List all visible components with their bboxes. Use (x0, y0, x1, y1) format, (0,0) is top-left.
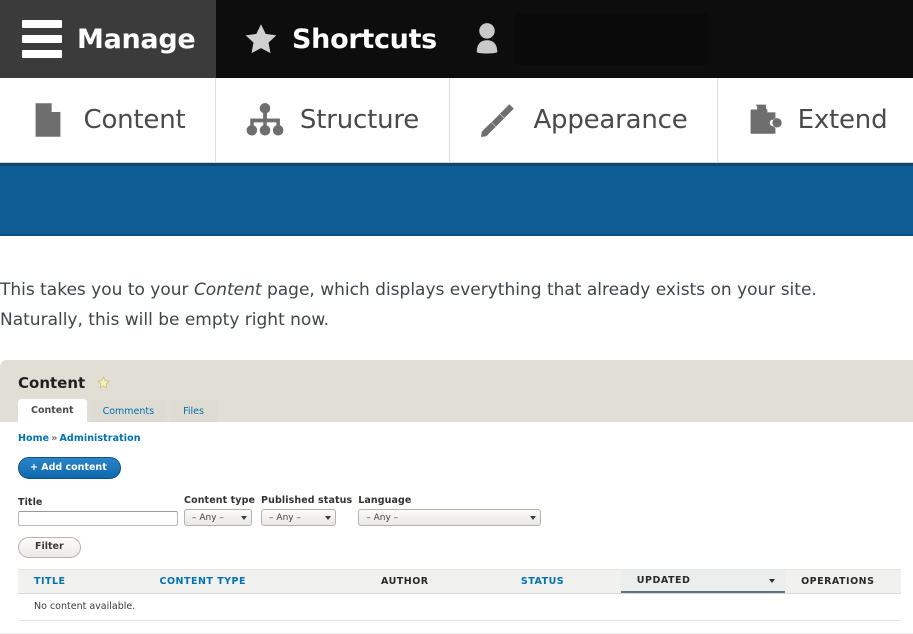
chevron-down-icon (530, 515, 537, 520)
toolbar-manage-label: Manage (77, 23, 196, 55)
admin-toolbar: Manage Shortcuts (0, 0, 913, 78)
site-banner (0, 163, 913, 236)
nav-item-content[interactable]: Content (0, 78, 216, 162)
table-header-row: TITLE CONTENT TYPE AUTHOR STATUS UPDATED… (18, 569, 901, 594)
chevron-down-icon (325, 515, 332, 520)
published-status-filter-label: Published status (261, 495, 353, 506)
nav-item-structure[interactable]: Structure (216, 78, 450, 162)
table-empty-row: No content available. (18, 594, 901, 621)
title-filter-label: Title (18, 497, 43, 508)
filter-group-published-status: Published status – Any – (261, 495, 352, 526)
nav-item-extend-label: Extend (797, 105, 888, 135)
nav-item-appearance-label: Appearance (533, 105, 688, 135)
nav-item-appearance[interactable]: Appearance (450, 78, 718, 162)
admin-page-header: Content Content Comments Files (0, 360, 913, 422)
column-header-updated-label: UPDATED (636, 575, 691, 586)
toolbar-manage-button[interactable]: Manage (0, 0, 216, 78)
sort-descending-icon (769, 578, 776, 583)
filter-group-content-type: Content type – Any – (184, 495, 255, 526)
tutorial-paragraph: This takes you to your Content page, whi… (0, 253, 913, 343)
column-header-author: AUTHOR (381, 576, 429, 587)
toolbar-shortcuts-button[interactable]: Shortcuts (216, 0, 444, 78)
filter-group-title: Title (18, 497, 178, 526)
breadcrumb-separator: » (51, 433, 58, 444)
puzzle-piece-icon (750, 104, 782, 134)
column-header-title[interactable]: TITLE (18, 570, 143, 593)
drupal-admin-screenshot: Content Content Comments Files Home» Admi… (0, 360, 913, 634)
filter-submit-button[interactable]: Filter (18, 537, 81, 558)
breadcrumb-item-home[interactable]: Home (18, 433, 49, 444)
published-status-filter-value: – Any – (269, 512, 301, 523)
published-status-filter-select[interactable]: – Any – (261, 509, 337, 526)
username-redacted (514, 13, 708, 65)
column-header-status[interactable]: STATUS (505, 570, 621, 593)
sitemap-icon (246, 103, 284, 136)
page-title: Content (18, 373, 86, 392)
chevron-down-icon (241, 515, 247, 520)
tab-content[interactable]: Content (18, 399, 87, 422)
nav-item-extend[interactable]: Extend (718, 78, 913, 162)
content-table: TITLE CONTENT TYPE AUTHOR STATUS UPDATED… (18, 569, 901, 621)
tab-files[interactable]: Files (170, 400, 217, 422)
language-filter-value: – Any – (366, 512, 399, 523)
title-filter-input[interactable] (18, 511, 178, 526)
document-icon (36, 103, 61, 137)
column-header-operations: OPERATIONS (801, 576, 875, 587)
toolbar-shortcuts-label: Shortcuts (292, 23, 437, 55)
admin-secondary-nav: Content Structure Appearance Extend (0, 78, 913, 163)
screenshot-footer (0, 621, 913, 634)
language-filter-select[interactable]: – Any – (358, 509, 542, 526)
content-filter-form: Title Content type – Any – Published sta… (18, 495, 913, 526)
content-type-filter-value: – Any – (192, 512, 224, 523)
hamburger-menu-icon (22, 20, 62, 58)
column-header-updated[interactable]: UPDATED (620, 570, 786, 593)
paragraph-emphasis: Content (193, 280, 262, 300)
admin-page-body: Home» Administration + Add content Title … (0, 422, 913, 621)
paragraph-text-before: This takes you to your (0, 280, 194, 300)
person-icon (476, 23, 498, 54)
language-filter-label: Language (358, 495, 412, 506)
paintbrush-icon (481, 104, 515, 137)
content-type-filter-label: Content type (184, 495, 256, 506)
breadcrumb: Home» Administration (18, 433, 913, 444)
content-type-filter-select[interactable]: – Any – (184, 509, 252, 526)
star-icon (245, 24, 277, 54)
toolbar-user-menu[interactable] (444, 0, 913, 78)
nav-item-content-label: Content (83, 105, 186, 135)
column-header-content-type[interactable]: CONTENT TYPE (143, 570, 365, 593)
breadcrumb-item-administration[interactable]: Administration (59, 433, 140, 444)
add-content-button[interactable]: + Add content (18, 457, 121, 479)
star-outline-icon[interactable] (97, 376, 111, 389)
filter-group-language: Language – Any – (358, 495, 542, 526)
tab-comments[interactable]: Comments (89, 400, 168, 422)
nav-item-structure-label: Structure (299, 105, 420, 135)
admin-tabs: Content Comments Files (18, 399, 220, 422)
